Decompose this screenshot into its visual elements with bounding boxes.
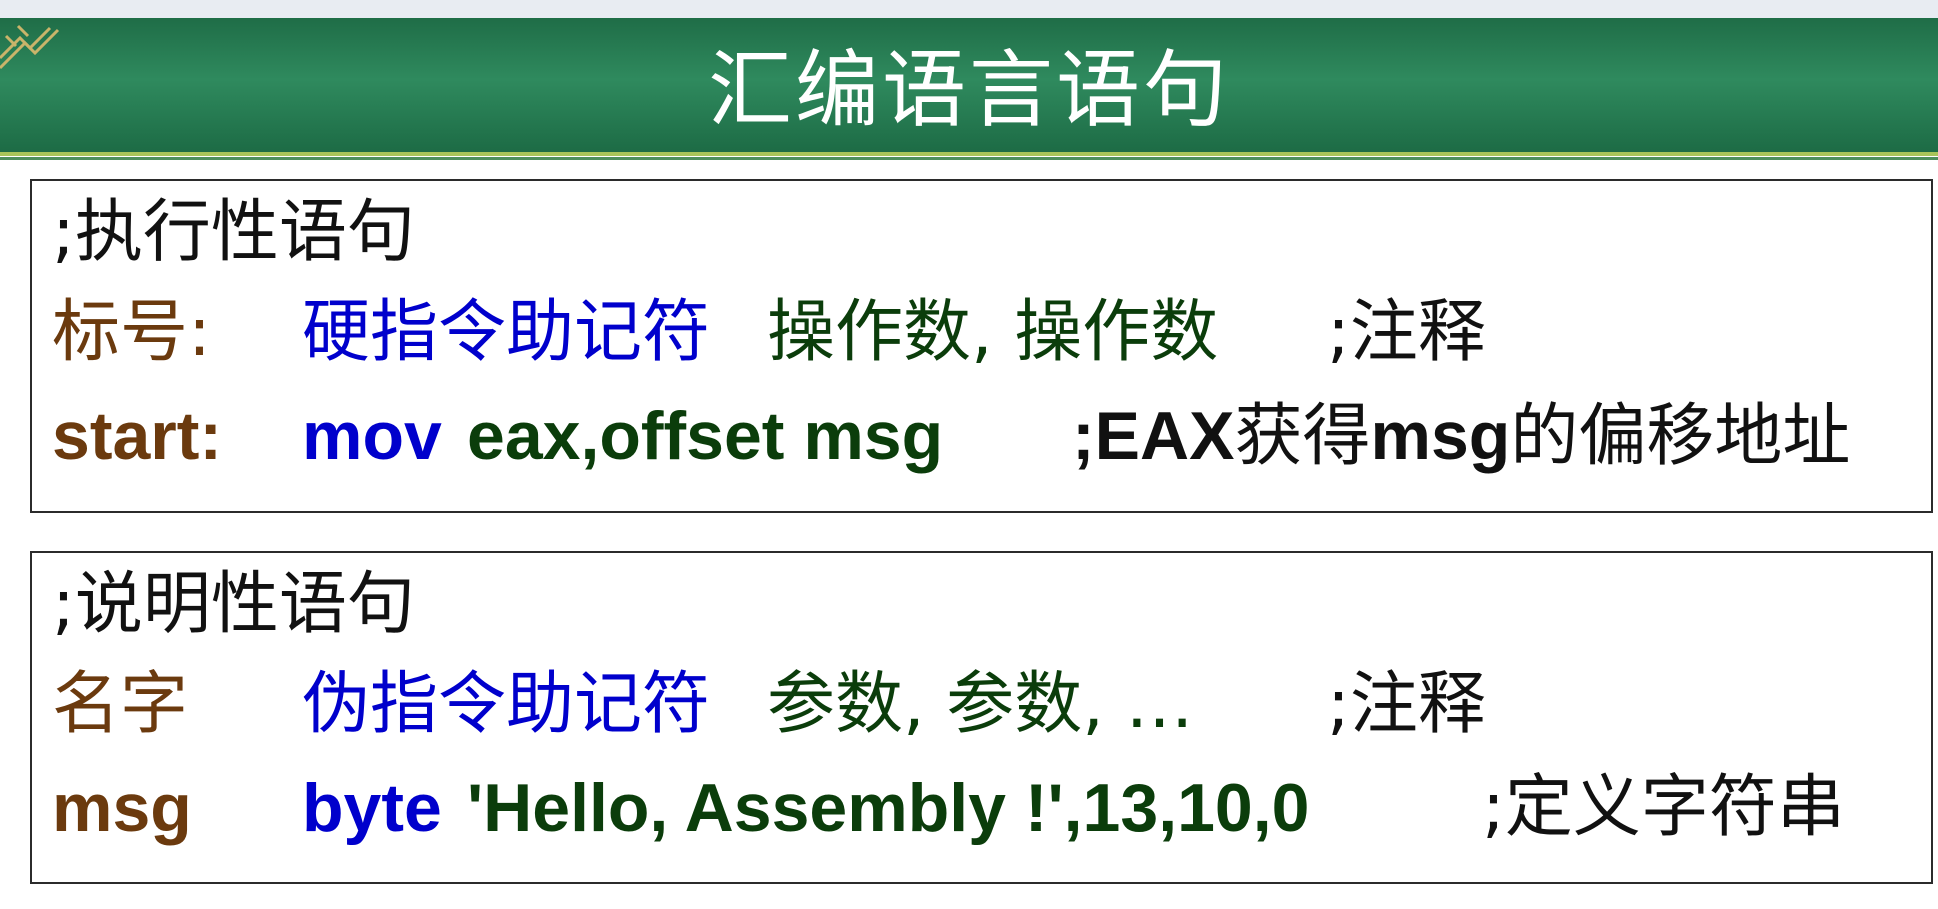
decl-format-comment: ;注释 — [1327, 665, 1486, 744]
exec-comment-prefix: ;EAX — [1072, 398, 1235, 474]
exec-comment-suffix: 的偏移地址 — [1510, 397, 1851, 476]
decl-example-mnemonic: byte — [302, 770, 442, 846]
decl-example-params: 'Hello, Assembly !',13,10,0 — [467, 770, 1310, 846]
top-strip — [0, 0, 1938, 18]
decl-example-name: msg — [52, 770, 192, 846]
decl-format-params: 参数, 参数, … — [767, 665, 1194, 744]
exec-format-mnemonic: 硬指令助记符 — [302, 293, 711, 372]
slide-title: 汇编语言语句 — [707, 41, 1230, 139]
decl-heading: ;说明性语句 — [52, 565, 415, 644]
exec-format-operands: 操作数, 操作数 — [767, 293, 1219, 372]
exec-format-label: 标号: — [52, 293, 211, 372]
banner-divider-shadow — [0, 157, 1938, 160]
exec-example-comment: ;EAX 获得 msg 的偏移地址 — [1072, 396, 1850, 477]
exec-example-label: start: — [52, 398, 223, 474]
decl-format-mnemonic: 伪指令助记符 — [302, 665, 711, 744]
decl-format-name: 名字 — [52, 665, 189, 744]
exec-comment-mid: 获得 — [1234, 397, 1371, 476]
banner-divider — [0, 152, 1938, 156]
exec-example-mnemonic: mov — [302, 398, 442, 474]
exec-comment-word: msg — [1370, 398, 1511, 474]
declarative-statement-box: ;说明性语句 名字 伪指令助记符 参数, 参数, … ;注释 msg byte … — [30, 551, 1933, 884]
exec-format-comment: ;注释 — [1327, 293, 1486, 372]
exec-heading: ;执行性语句 — [52, 193, 415, 272]
exec-example-operands: eax,offset msg — [467, 398, 944, 474]
decl-example-comment: ;定义字符串 — [1482, 768, 1845, 847]
executable-statement-box: ;执行性语句 标号: 硬指令助记符 操作数, 操作数 ;注释 start: mo… — [30, 179, 1933, 513]
slide: 汇编语言语句 ;执行性语句 标号: 硬指令助记符 操作数, 操作数 ;注释 st… — [0, 0, 1938, 909]
